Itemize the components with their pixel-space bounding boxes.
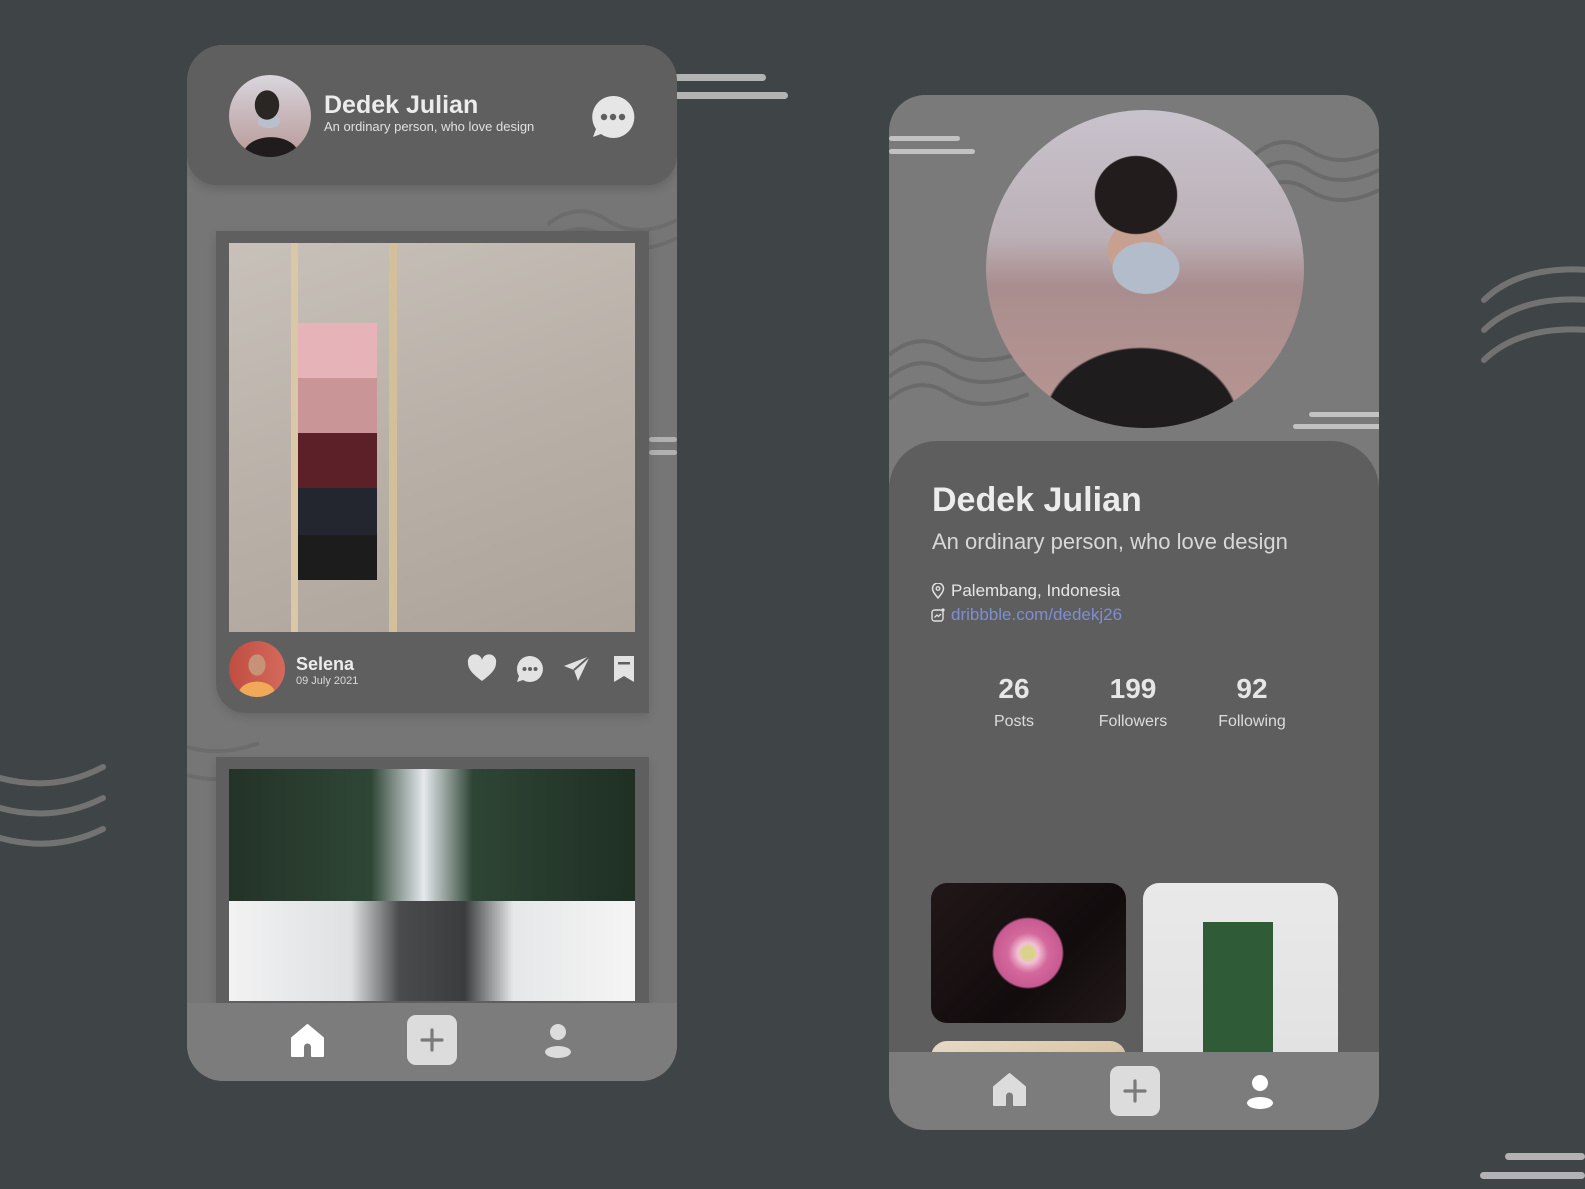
author-name[interactable]: Selena: [296, 654, 354, 675]
profile-header: Dedek Julian An ordinary person, who lov…: [187, 45, 677, 185]
bottom-nav: [889, 1052, 1379, 1130]
chat-button[interactable]: [589, 93, 637, 141]
decor-line: [1293, 424, 1379, 429]
profile-icon[interactable]: [544, 1023, 572, 1059]
home-icon[interactable]: [290, 1023, 325, 1058]
profile-bio: An ordinary person, who love design: [932, 529, 1288, 554]
location-pin-icon: [931, 583, 945, 599]
plus-icon: [420, 1028, 444, 1052]
bookmark-button[interactable]: [611, 654, 641, 684]
stat-posts[interactable]: 26 Posts: [954, 673, 1074, 731]
road-scene: [229, 901, 635, 1001]
author-avatar[interactable]: [229, 641, 285, 697]
gallery-item-flower[interactable]: [931, 883, 1126, 1023]
profile-icon[interactable]: [1246, 1074, 1274, 1110]
stat-followers[interactable]: 199 Followers: [1073, 673, 1193, 731]
location-row: Palembang, Indonesia: [931, 581, 1120, 601]
bottom-nav: [187, 1003, 677, 1081]
chat-bubble-icon: [592, 95, 635, 138]
decor-line: [1480, 1172, 1585, 1179]
comment-button[interactable]: [515, 654, 545, 684]
website-row: dribbble.com/dedekj26: [931, 605, 1122, 625]
user-name: Dedek Julian: [324, 91, 479, 119]
analytics-link-icon: [931, 608, 945, 622]
decor-line: [889, 136, 960, 141]
decor-waves-right: [1481, 266, 1585, 363]
decor-line: [660, 92, 788, 99]
location-text: Palembang, Indonesia: [951, 581, 1121, 600]
comment-icon: [516, 655, 543, 682]
share-button[interactable]: [562, 654, 592, 684]
bookmark-icon: [614, 656, 634, 682]
post-image-ladder[interactable]: [229, 243, 635, 632]
decor-line: [1309, 412, 1379, 417]
stat-value: 92: [1236, 673, 1268, 704]
user-bio: An ordinary person, who love design: [324, 119, 535, 134]
user-avatar[interactable]: [229, 75, 311, 157]
add-post-button[interactable]: [407, 1015, 457, 1065]
home-icon[interactable]: [992, 1072, 1027, 1107]
heart-icon: [467, 654, 497, 681]
stat-label: Following: [1218, 713, 1286, 730]
post-meta: Selena 09 July 2021: [229, 641, 635, 701]
profile-screen: Dedek Julian An ordinary person, who lov…: [889, 95, 1379, 1130]
profile-card: Dedek Julian An ordinary person, who lov…: [889, 441, 1379, 1130]
decor-line: [1505, 1153, 1585, 1160]
decor-line: [889, 149, 975, 154]
stat-value: 26: [998, 673, 1030, 704]
send-icon: [564, 655, 591, 681]
add-post-button[interactable]: [1110, 1066, 1160, 1116]
plus-icon: [1123, 1079, 1147, 1103]
decor-line: [649, 437, 677, 442]
profile-photo[interactable]: [986, 110, 1304, 428]
stat-value: 199: [1109, 673, 1157, 704]
feed-screen: Dedek Julian An ordinary person, who lov…: [187, 45, 677, 1081]
decor-line: [649, 450, 677, 455]
post-card: Selena 09 July 2021: [216, 231, 649, 713]
profile-name: Dedek Julian: [932, 481, 1142, 519]
stat-following[interactable]: 92 Following: [1192, 673, 1312, 731]
website-link[interactable]: dribbble.com/dedekj26: [951, 605, 1122, 625]
decor-waves-left: [0, 764, 106, 847]
stat-label: Followers: [1098, 713, 1168, 730]
like-button[interactable]: [467, 654, 497, 684]
post-date: 09 July 2021: [296, 675, 359, 687]
post-image-forest-road[interactable]: [229, 769, 635, 1001]
stat-label: Posts: [993, 713, 1034, 730]
